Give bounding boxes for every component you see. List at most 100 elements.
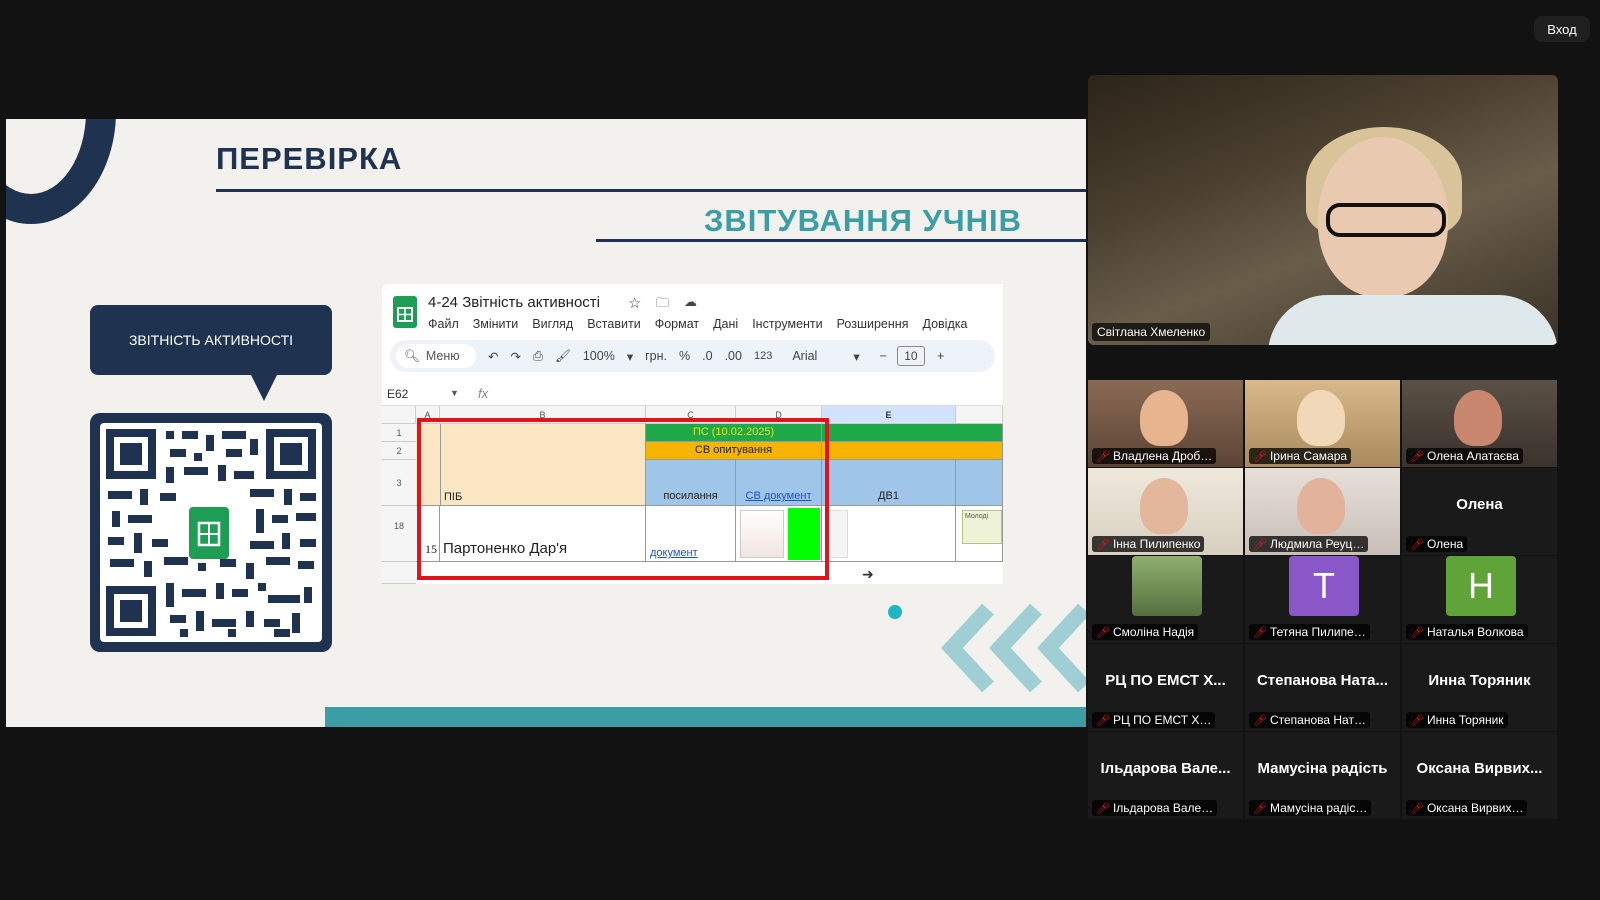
participant-display-name: Инна Торяник bbox=[1428, 672, 1531, 689]
chevron-down-icon: ▾ bbox=[626, 349, 634, 364]
document-title: 4-24 Звітність активності bbox=[428, 294, 601, 311]
qr-code-frame bbox=[90, 413, 332, 652]
participant-label: Олена bbox=[1426, 537, 1464, 551]
participant-display-name: Мамусіна радість bbox=[1257, 760, 1388, 777]
dv1-header: ДВ1 bbox=[878, 490, 899, 502]
mic-muted-icon: 🎤︎ bbox=[1253, 627, 1267, 639]
participant-photo bbox=[1140, 478, 1188, 534]
print-icon: ⎙ bbox=[532, 348, 543, 363]
search-icon: 🔍︎ bbox=[404, 348, 420, 363]
table-cell bbox=[822, 442, 1003, 460]
mic-muted-icon: 🎤︎ bbox=[1096, 715, 1110, 727]
undo-icon: ↶ bbox=[488, 349, 499, 364]
participant-display-name: Оксана Вирвих... bbox=[1416, 760, 1543, 777]
title-underline bbox=[216, 189, 1086, 192]
participant-tile[interactable]: 🎤︎ Смоліна Надія bbox=[1088, 556, 1243, 643]
mic-muted-icon: 🎤︎ bbox=[1410, 451, 1424, 463]
more-formats: 123 bbox=[753, 350, 773, 362]
mic-muted-icon: 🎤︎ bbox=[1410, 715, 1424, 727]
chevron-down-icon: ▾ bbox=[853, 349, 860, 364]
participant-name: 🎤︎ Ірина Самара bbox=[1249, 448, 1352, 464]
column-header: E bbox=[822, 406, 956, 424]
cursor-icon: ➜ bbox=[862, 566, 874, 582]
participant-label: Оксана Вирвих… bbox=[1426, 801, 1524, 815]
participant-tile[interactable]: Степанова Ната... 🎤︎ Степанова Нат… bbox=[1245, 644, 1400, 731]
participant-tile[interactable]: 🎤︎ Ірина Самара bbox=[1245, 380, 1400, 467]
plus-icon: + bbox=[936, 349, 945, 363]
decrease-decimal: .0 bbox=[702, 349, 713, 363]
participant-tile[interactable]: T 🎤︎ Тетяна Пилипе… bbox=[1245, 556, 1400, 643]
teal-dot bbox=[888, 605, 902, 619]
column-header bbox=[956, 406, 1003, 424]
exit-button[interactable]: Вход bbox=[1534, 16, 1590, 42]
name-box: E62 bbox=[387, 387, 409, 401]
participant-tile[interactable]: H 🎤︎ Наталья Волкова bbox=[1402, 556, 1557, 643]
participant-name: 🎤︎ Олена bbox=[1406, 536, 1468, 552]
participant-name: 🎤︎ Людмила Реуц… bbox=[1249, 536, 1369, 552]
participant-tile[interactable]: 🎤︎ Владлена Дроб… bbox=[1088, 380, 1243, 467]
menu-format: Формат bbox=[654, 317, 700, 331]
participant-photo bbox=[1297, 390, 1345, 446]
participant-tile[interactable]: Оксана Вирвих... 🎤︎ Оксана Вирвих… bbox=[1402, 732, 1557, 819]
decorative-ring bbox=[6, 119, 116, 224]
menu-file: Файл bbox=[428, 317, 459, 331]
spreadsheet-grid: A B C D E 1 2 3 18 ПІБ ПС (10.02.2025) С… bbox=[382, 406, 1003, 584]
participant-tile[interactable]: РЦ ПО ЕМСТ Х... 🎤︎ РЦ ПО ЕМСТ Х… bbox=[1088, 644, 1243, 731]
font-name: Arial bbox=[792, 349, 818, 363]
participant-photo bbox=[1454, 390, 1502, 446]
participant-tile[interactable]: 🎤︎ Людмила Реуц… bbox=[1245, 468, 1400, 555]
participant-label: Ільдарова Вале… bbox=[1112, 801, 1214, 815]
row-header bbox=[382, 562, 416, 584]
mic-muted-icon: 🎤︎ bbox=[1096, 451, 1110, 463]
corner-header bbox=[382, 406, 416, 424]
participant-label: Смоліна Надія bbox=[1112, 625, 1195, 639]
mic-muted-icon: 🎤︎ bbox=[1253, 803, 1267, 815]
participant-label: Олена Алатаєва bbox=[1426, 449, 1519, 463]
participant-label: Наталья Волкова bbox=[1426, 625, 1524, 639]
participant-tile[interactable]: Инна Торяник 🎤︎ Инна Торяник bbox=[1402, 644, 1557, 731]
paint-format-icon: 🖌︎ bbox=[554, 348, 571, 363]
menu-extensions: Розширення bbox=[836, 317, 909, 331]
mic-muted-icon: 🎤︎ bbox=[1253, 451, 1267, 463]
participant-tile[interactable]: Мамусіна радість 🎤︎ Мамусіна радіс… bbox=[1245, 732, 1400, 819]
participant-label: Инна Торяник bbox=[1426, 713, 1504, 727]
bubble-label: ЗВІТНІСТЬ АКТИВНОСТІ bbox=[128, 332, 294, 348]
participant-name: 🎤︎ Наталья Волкова bbox=[1406, 624, 1528, 640]
table-cell: Молоді bbox=[956, 506, 1003, 562]
redo-icon: ↷ bbox=[510, 349, 521, 364]
slide-subtitle: ЗВІТУВАННЯ УЧНІВ bbox=[704, 203, 1022, 238]
participant-label: Мамусіна радіс… bbox=[1269, 801, 1368, 815]
participant-name: 🎤︎ Степанова Нат… bbox=[1249, 712, 1370, 728]
table-cell: ДВ1 bbox=[822, 460, 956, 506]
participant-avatar: T bbox=[1289, 556, 1359, 616]
participant-name: 🎤︎ Инна Торяник bbox=[1406, 712, 1508, 728]
mic-muted-icon: 🎤︎ bbox=[1096, 803, 1110, 815]
participant-name: 🎤︎ Смоліна Надія bbox=[1092, 624, 1199, 640]
participant-label: РЦ ПО ЕМСТ Х… bbox=[1112, 713, 1212, 727]
participant-label: Тетяна Пилипе… bbox=[1269, 625, 1366, 639]
participant-tile[interactable]: 🎤︎ Інна Пилипенко bbox=[1088, 468, 1243, 555]
qr-code bbox=[100, 423, 322, 642]
folder-icon: 🗀 bbox=[656, 295, 670, 310]
participant-tile[interactable]: Ільдарова Вале... 🎤︎ Ільдарова Вале… bbox=[1088, 732, 1243, 819]
zoom-value: 100% bbox=[582, 349, 615, 363]
mic-muted-icon: 🎤︎ bbox=[1096, 627, 1110, 639]
participant-tile[interactable]: 🎤︎ Олена Алатаєва bbox=[1402, 380, 1557, 467]
thumbnail-image: Молоді bbox=[962, 510, 1002, 544]
highlight-frame bbox=[417, 418, 829, 580]
speaker-video[interactable]: Світлана Хмеленко bbox=[1088, 75, 1558, 345]
participant-display-name: Степанова Ната... bbox=[1256, 672, 1389, 689]
menu-data: Дані bbox=[713, 317, 739, 331]
participant-label: Інна Пилипенко bbox=[1112, 537, 1201, 551]
participant-name: 🎤︎ Ільдарова Вале… bbox=[1092, 800, 1218, 816]
sheets-logo-icon bbox=[393, 296, 417, 328]
participant-tile[interactable]: Олена 🎤︎ Олена bbox=[1402, 468, 1557, 555]
subtitle-underline bbox=[596, 239, 1086, 242]
row-header: 2 bbox=[382, 442, 416, 460]
mic-muted-icon: 🎤︎ bbox=[1096, 539, 1110, 551]
participant-display-name: РЦ ПО ЕМСТ Х... bbox=[1105, 672, 1226, 689]
row-header: 18 bbox=[382, 506, 416, 562]
participant-name: 🎤︎ Оксана Вирвих… bbox=[1406, 800, 1528, 816]
fx-label: fx bbox=[478, 386, 489, 401]
row-header: 1 bbox=[382, 424, 416, 442]
